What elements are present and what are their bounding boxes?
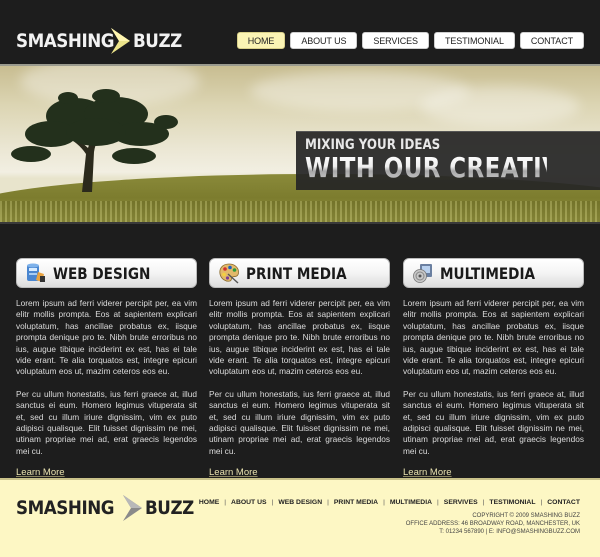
footer-info: COPYRIGHT © 2009 SMASHING BUZZ OFFICE AD… — [406, 513, 580, 536]
footer-nav-testimonial[interactable]: TESTIMONIAL — [489, 499, 535, 506]
footer-nav: HOME | ABOUT US | WEB DESIGN | PRINT MED… — [199, 499, 580, 506]
hero-tagline: MIXING YOUR IDEAS WITH OUR CREATIVITY — [296, 131, 600, 190]
column-paragraph: Lorem ipsum ad ferri viderer percipit pe… — [16, 298, 197, 377]
column-header: WEB DESIGN — [16, 258, 197, 288]
column-header: PRINT MEDIA — [209, 258, 390, 288]
column-paragraph: Per cu ullum honestatis, ius ferri graec… — [209, 388, 390, 456]
copyright-text: COPYRIGHT © 2009 SMASHING BUZZ — [472, 513, 580, 519]
palette-icon — [219, 263, 239, 284]
logo-arrow-icon — [123, 495, 143, 521]
logo-word-buzz: BUZZ — [145, 497, 195, 519]
grass-texture — [0, 201, 600, 222]
column-title: WEB DESIGN — [53, 263, 151, 283]
learn-more-link[interactable]: Learn More — [209, 467, 258, 478]
nav-home[interactable]: HOME — [236, 32, 286, 49]
footer-nav-separator: | — [540, 499, 543, 506]
column-body: Lorem ipsum ad ferri viderer percipit pe… — [16, 298, 197, 457]
footer-nav-separator: | — [224, 499, 227, 506]
footer-nav-web-design[interactable]: WEB DESIGN — [278, 499, 322, 506]
service-column-print-media: PRINT MEDIA Lorem ipsum ad ferri viderer… — [209, 258, 390, 480]
cloud — [420, 86, 580, 126]
footer-nav-services[interactable]: SERVIVES — [444, 499, 478, 506]
logo-word-buzz: BUZZ — [133, 30, 183, 52]
footer-nav-multimedia[interactable]: MULTIMEDIA — [390, 499, 432, 506]
footer-nav-home[interactable]: HOME — [199, 499, 219, 506]
site-footer: SMASHING BUZZ HOME | ABOUT US | WEB DESI… — [0, 478, 600, 557]
column-paragraph: Per cu ullum honestatis, ius ferri graec… — [403, 388, 584, 456]
column-paragraph: Per cu ullum honestatis, ius ferri graec… — [16, 388, 197, 456]
footer-nav-separator: | — [327, 499, 329, 506]
footer-nav-about-us[interactable]: ABOUT US — [231, 499, 267, 506]
main-nav: HOME ABOUT US SERVICES TESTIMONIAL CONTA… — [236, 32, 584, 49]
logo[interactable]: SMASHING BUZZ — [16, 28, 189, 54]
contact-details: T: 01234 567890 | E: INFO@SMASHINGBUZZ.C… — [439, 528, 580, 535]
tagline-line-2: WITH OUR CREATIVITY — [305, 151, 600, 184]
multimedia-icon — [413, 264, 432, 283]
banner-bottom-divider — [0, 222, 600, 224]
footer-nav-contact[interactable]: CONTACT — [547, 499, 580, 506]
tree-illustration — [11, 89, 178, 192]
learn-more-link[interactable]: Learn More — [403, 467, 452, 478]
footer-nav-separator: | — [482, 499, 485, 506]
site-header: SMASHING BUZZ HOME ABOUT US SERVICES TES… — [0, 0, 600, 64]
logo-word-smashing: SMASHING — [16, 497, 115, 519]
learn-more-link[interactable]: Learn More — [16, 467, 65, 478]
column-paragraph: Lorem ipsum ad ferri viderer percipit pe… — [403, 298, 584, 377]
service-column-multimedia: MULTIMEDIA Lorem ipsum ad ferri viderer … — [403, 258, 584, 480]
column-paragraph: Lorem ipsum ad ferri viderer percipit pe… — [209, 298, 390, 377]
column-title: MULTIMEDIA — [440, 263, 536, 283]
nav-about-us[interactable]: ABOUT US — [290, 32, 358, 49]
footer-nav-print-media[interactable]: PRINT MEDIA — [334, 499, 378, 506]
column-body: Lorem ipsum ad ferri viderer percipit pe… — [403, 298, 584, 457]
footer-nav-separator: | — [271, 499, 274, 506]
service-column-web-design: WEB DESIGN Lorem ipsum ad ferri viderer … — [16, 258, 197, 480]
logo-word-smashing: SMASHING — [16, 30, 115, 52]
nav-services[interactable]: SERVICES — [362, 32, 429, 49]
column-body: Lorem ipsum ad ferri viderer percipit pe… — [209, 298, 390, 457]
office-address: OFFICE ADDRESS: 46 BROADWAY ROAD, MANCHE… — [405, 520, 580, 527]
web-design-icon — [27, 263, 45, 282]
footer-logo[interactable]: SMASHING BUZZ — [16, 494, 201, 522]
footer-nav-separator: | — [437, 499, 439, 506]
nav-testimonial[interactable]: TESTIMONIAL — [433, 32, 515, 49]
column-header: MULTIMEDIA — [403, 258, 584, 288]
column-title: PRINT MEDIA — [246, 263, 347, 283]
footer-nav-separator: | — [383, 499, 385, 506]
nav-contact[interactable]: CONTACT — [519, 32, 584, 49]
